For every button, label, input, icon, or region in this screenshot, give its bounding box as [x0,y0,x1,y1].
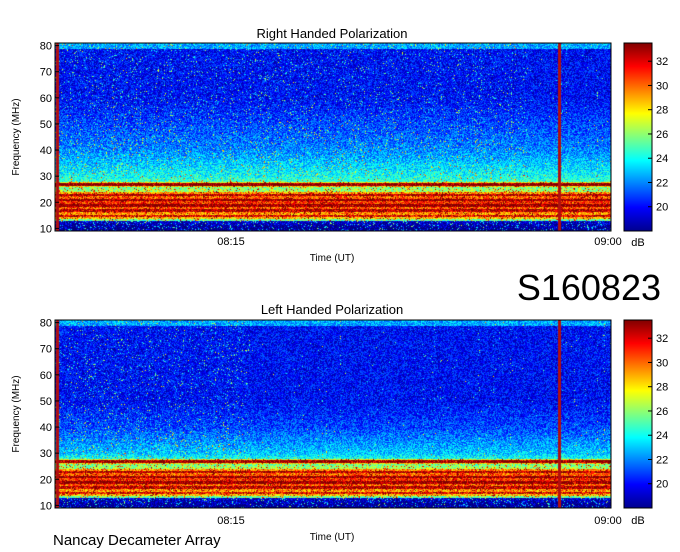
x-tick-label: 09:00 [594,515,622,527]
y-tick-label: 80 [40,318,52,330]
x-tick-label: 09:00 [594,236,622,248]
spectrogram-heatmap [55,43,611,231]
spectrogram-figure: Right Handed Polarization 10 20 30 40 50 60 70… [11,26,668,549]
panel-left-polarization: Left Handed Polarization 10 20 30 40 50 60 70 8… [11,302,668,543]
colorbar-tick-label: 22 [656,177,668,189]
x-tick-label: 08:15 [217,515,245,527]
y-tick-label: 50 [40,119,52,131]
y-axis-label: Frequency (MHz) [11,375,22,452]
instrument-label: Nancay Decameter Array [53,532,221,549]
colorbar-unit-label: dB [631,515,644,527]
y-tick-label: 40 [40,145,52,157]
spectrogram-heatmap [55,320,611,508]
chart-title: Right Handed Polarization [256,26,407,41]
colorbar-tick-label: 30 [656,80,668,92]
y-tick-label: 70 [40,67,52,79]
y-tick-label: 10 [40,500,52,512]
colorbar [623,42,653,232]
x-tick-label: 08:15 [217,236,245,248]
y-tick-label: 20 [40,197,52,209]
colorbar-tick-label: 20 [656,202,668,214]
colorbar-tick-label: 24 [656,153,668,165]
colorbar-tick-label: 28 [656,105,668,117]
y-tick-label: 50 [40,396,52,408]
chart-title: Left Handed Polarization [261,302,403,317]
y-tick-label: 30 [40,448,52,460]
x-axis-label: Time (UT) [310,253,355,264]
y-tick-label: 40 [40,422,52,434]
y-tick-label: 60 [40,370,52,382]
colorbar [623,319,653,509]
x-axis-label: Time (UT) [310,532,355,543]
y-tick-label: 60 [40,93,52,105]
colorbar-tick-label: 32 [656,333,668,345]
colorbar-tick-label: 30 [656,357,668,369]
y-axis-label: Frequency (MHz) [11,98,22,175]
event-stamp: S160823 [517,267,661,308]
y-tick-label: 10 [40,223,52,235]
panel-right-polarization: Right Handed Polarization 10 20 30 40 50 60 70… [11,26,668,264]
colorbar-tick-label: 24 [656,430,668,442]
y-tick-label: 70 [40,344,52,356]
colorbar-unit-label: dB [631,237,644,249]
colorbar-tick-label: 26 [656,129,668,141]
y-tick-label: 30 [40,171,52,183]
colorbar-tick-label: 28 [656,382,668,394]
y-tick-label: 20 [40,474,52,486]
colorbar-tick-label: 20 [656,479,668,491]
y-tick-label: 80 [40,41,52,53]
colorbar-tick-label: 26 [656,406,668,418]
colorbar-tick-label: 22 [656,454,668,466]
colorbar-tick-label: 32 [656,56,668,68]
